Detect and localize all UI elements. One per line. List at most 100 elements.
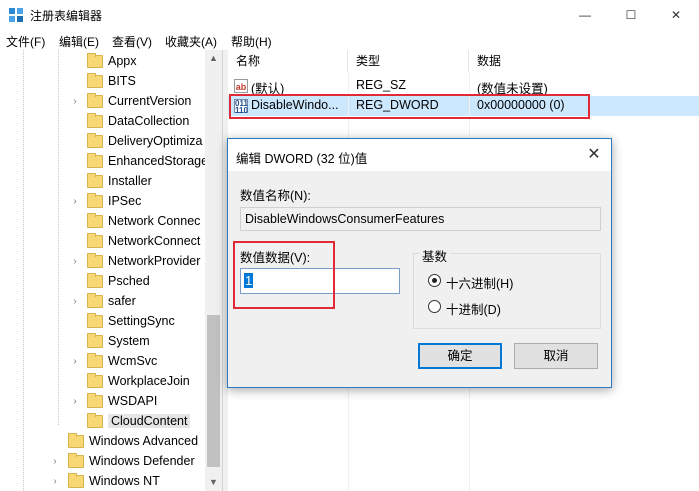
- tree-item-label: Windows Defender: [89, 454, 195, 468]
- tree-item[interactable]: DeliveryOptimiza: [0, 132, 210, 152]
- ok-button[interactable]: 确定: [418, 343, 502, 369]
- tree-item[interactable]: Appx: [0, 52, 210, 72]
- highlight-box-data: [233, 241, 335, 309]
- tree-item[interactable]: › WcmSvc: [0, 352, 210, 372]
- column-header-type[interactable]: 类型: [348, 50, 469, 72]
- folder-icon: [87, 353, 103, 368]
- expand-chevron-icon[interactable]: ›: [70, 96, 80, 107]
- radio-unchecked-icon[interactable]: [428, 300, 441, 313]
- menu-file[interactable]: 文件(F): [6, 33, 45, 50]
- title-bar: 注册表编辑器 — ☐ ✕: [0, 0, 699, 30]
- tree-item-label: NetworkProvider: [108, 254, 201, 268]
- scrollbar-thumb[interactable]: [207, 315, 220, 467]
- radio-checked-icon[interactable]: [428, 274, 441, 287]
- tree-item[interactable]: › IPSec: [0, 192, 210, 212]
- close-button[interactable]: ✕: [653, 0, 699, 30]
- folder-icon: [87, 313, 103, 328]
- menu-edit[interactable]: 编辑(E): [59, 33, 99, 50]
- tree-item-label: WorkplaceJoin: [108, 374, 190, 388]
- minimize-button[interactable]: —: [562, 0, 608, 30]
- radio-label: 十六进制(H): [446, 277, 514, 291]
- dialog-close-icon[interactable]: ✕: [582, 144, 606, 166]
- minimize-icon: —: [579, 8, 591, 22]
- tree-item-label: Network Connec: [108, 214, 201, 228]
- maximize-icon: ☐: [625, 8, 637, 22]
- tree-item-label: safer: [108, 294, 136, 308]
- tree-item-label: Windows NT: [89, 474, 160, 488]
- tree-item[interactable]: DataCollection: [0, 112, 210, 132]
- column-header-name[interactable]: 名称: [228, 50, 348, 72]
- tree-item[interactable]: › Windows Defender: [0, 452, 210, 472]
- tree-item-label: System: [108, 334, 150, 348]
- expand-chevron-icon[interactable]: ›: [70, 356, 80, 367]
- tree-item[interactable]: SettingSync: [0, 312, 210, 332]
- tree-scrollbar[interactable]: ▲ ▼: [205, 50, 222, 491]
- value-name-label: 数值名称(N):: [240, 189, 311, 203]
- registry-tree[interactable]: Appx BITS › CurrentVersion DataCollection Del…: [0, 50, 222, 491]
- folder-icon: [87, 293, 103, 308]
- list-row-default[interactable]: ab (默认) REG_SZ (数值未设置): [228, 76, 699, 96]
- tree-item[interactable]: › NetworkProvider: [0, 252, 210, 272]
- dialog-title: 编辑 DWORD (32 位)值: [236, 152, 368, 166]
- folder-icon: [87, 393, 103, 408]
- tree-item-label: Windows Advanced: [89, 434, 199, 448]
- folder-icon: [87, 233, 103, 248]
- tree-item[interactable]: Network Connec: [0, 212, 210, 232]
- scroll-down-icon[interactable]: ▼: [205, 474, 222, 491]
- folder-icon: [87, 193, 103, 208]
- menu-help[interactable]: 帮助(H): [231, 33, 272, 50]
- tree-item-label: BITS: [108, 74, 136, 88]
- cancel-button[interactable]: 取消: [514, 343, 598, 369]
- window-title: 注册表编辑器: [30, 9, 103, 23]
- tree-item-label: DataCollection: [108, 114, 190, 128]
- tree-item[interactable]: WorkplaceJoin: [0, 372, 210, 392]
- string-value-icon: ab: [234, 79, 248, 93]
- expand-chevron-icon[interactable]: ›: [50, 456, 60, 467]
- menu-view[interactable]: 查看(V): [112, 33, 152, 50]
- tree-item-label: EnhancedStorage: [108, 154, 209, 168]
- tree-item[interactable]: CloudContent: [0, 412, 210, 432]
- tree-item[interactable]: Installer: [0, 172, 210, 192]
- scroll-up-icon[interactable]: ▲: [205, 50, 222, 67]
- folder-icon: [87, 113, 103, 128]
- tree-item[interactable]: BITS: [0, 72, 210, 92]
- expand-chevron-icon[interactable]: ›: [50, 476, 60, 487]
- folder-icon: [87, 53, 103, 68]
- tree-item-label: Installer: [108, 174, 152, 188]
- tree-item[interactable]: Psched: [0, 272, 210, 292]
- folder-icon: [68, 473, 84, 488]
- folder-icon: [87, 333, 103, 348]
- folder-icon: [87, 133, 103, 148]
- folder-icon: [87, 273, 103, 288]
- tree-item[interactable]: System: [0, 332, 210, 352]
- folder-icon: [87, 153, 103, 168]
- folder-icon: [87, 173, 103, 188]
- tree-item[interactable]: › safer: [0, 292, 210, 312]
- registry-editor-icon: [8, 7, 24, 23]
- expand-chevron-icon[interactable]: ›: [70, 256, 80, 267]
- tree-item-label: CurrentVersion: [108, 94, 192, 108]
- base-label: 基数: [419, 246, 451, 265]
- tree-item[interactable]: NetworkConnect: [0, 232, 210, 252]
- tree-item[interactable]: › Windows NT: [0, 472, 210, 491]
- menu-favorites[interactable]: 收藏夹(A): [165, 33, 217, 50]
- folder-icon: [87, 413, 103, 428]
- tree-item[interactable]: Windows Advanced: [0, 432, 210, 452]
- maximize-button[interactable]: ☐: [608, 0, 654, 30]
- folder-icon: [87, 93, 103, 108]
- expand-chevron-icon[interactable]: ›: [70, 196, 80, 207]
- tree-item[interactable]: › CurrentVersion: [0, 92, 210, 112]
- folder-icon: [87, 213, 103, 228]
- tree-item-label: DeliveryOptimiza: [108, 134, 203, 148]
- tree-item-label: CloudContent: [108, 414, 191, 428]
- tree-item-label: SettingSync: [108, 314, 175, 328]
- folder-icon: [87, 253, 103, 268]
- tree-item[interactable]: EnhancedStorage: [0, 152, 210, 172]
- folder-icon: [87, 373, 103, 388]
- tree-item[interactable]: › WSDAPI: [0, 392, 210, 412]
- tree-item-label: NetworkConnect: [108, 234, 201, 248]
- expand-chevron-icon[interactable]: ›: [70, 396, 80, 407]
- folder-icon: [68, 433, 84, 448]
- column-header-data[interactable]: 数据: [469, 50, 699, 72]
- expand-chevron-icon[interactable]: ›: [70, 296, 80, 307]
